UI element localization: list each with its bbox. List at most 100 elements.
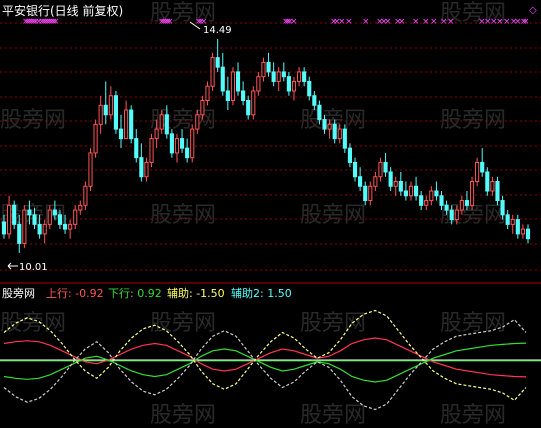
stock-chart-window: 股旁网 股旁网 股旁网 股旁网 股旁网 股旁网 股旁网 股旁网 股旁网 股旁网 股旁网 股旁网 股旁网股… [0,0,541,428]
candle [490,176,495,196]
candle [246,95,251,120]
candle [73,205,78,230]
candle [149,133,154,168]
candle [12,200,17,230]
diamond-icon[interactable]: ◇ [529,5,537,16]
candle-body [398,180,403,192]
candle [363,181,368,206]
down-line-label: 下行: 0.92 [108,287,162,300]
candle-body [149,138,154,163]
candle [383,152,388,177]
watermark-text: 股旁网 [150,403,216,428]
candle-body [220,66,225,92]
candle [408,181,414,201]
candle-body [118,128,124,140]
candle [469,176,475,211]
candle-body [52,209,57,216]
candle-body [215,57,220,68]
candle-body [480,161,485,173]
candle [169,129,174,158]
candle-body [1,221,7,235]
candle-body [134,138,139,159]
candle-body [342,128,347,149]
candle [296,67,302,87]
candle-body [159,114,164,130]
candle-body [129,109,134,140]
candle-body [495,180,500,202]
signal-x-mark: × [447,17,455,27]
candle-body [403,190,408,197]
watermark-text: 股旁网 [0,108,66,133]
signal-x-mark: × [522,17,530,27]
price-grid [0,22,541,271]
chart-title: 平安银行(日线 前复权) [2,3,123,18]
candle-body [83,185,88,206]
signal-x-mark: × [345,17,353,27]
candle-body [419,195,424,206]
candle-body [179,138,185,149]
candle-body [291,80,297,92]
candle-body [73,209,78,225]
candle-body [363,185,368,202]
candle-body [17,223,22,244]
candle [220,52,225,96]
candle-body [7,204,12,235]
candle [108,86,113,120]
candle [205,81,210,106]
candle [266,52,271,77]
candle-body [174,138,180,154]
candle [368,181,373,206]
candle-body [414,185,419,197]
candle [174,133,180,163]
signal-x-mark: × [430,17,438,27]
candle-body [505,214,510,225]
candle-body [190,128,195,159]
candle [424,195,429,211]
candle [520,224,525,239]
candle-body [347,147,353,163]
candle [271,62,276,87]
candle-body [113,95,118,130]
candle-body [22,209,27,244]
up-line-label: 上行: -0.92 [46,287,104,300]
candle [230,67,236,106]
candle [22,205,27,249]
signal-x-mark: × [166,17,174,27]
candle-body [312,95,317,106]
candle-body [490,180,495,192]
candle [225,76,230,111]
candle-body [444,204,449,211]
candle-body [459,200,464,211]
candle-body [32,214,37,225]
candle-body [12,204,17,225]
candle [98,95,103,134]
signal-x-mark: × [362,17,370,27]
candle-body [373,176,378,187]
candle-body [57,214,63,225]
candle-body [286,76,291,92]
candle-body [327,123,332,130]
candle [118,114,124,149]
candle-body [103,104,108,116]
candle [103,81,108,125]
candle-body [200,100,205,116]
watermark-text: 股旁网 [300,403,366,428]
candle [419,191,424,211]
chart-canvas: 股旁网 股旁网股旁网 股旁网 股旁网 股旁网股旁网 股旁网 股旁网股旁网 股旁网 股旁网 股旁网股… [0,1,541,428]
candle-body [62,223,68,230]
candle-body [307,80,312,97]
candle-body [88,152,93,187]
candle [480,148,485,177]
candle [510,214,515,234]
signal-x-mark: × [290,17,298,27]
candle-body [164,114,169,135]
candle [434,181,439,201]
candle-body [251,90,256,116]
candle [281,62,286,82]
candle-body [241,90,246,102]
candle [286,71,291,96]
candle-body [510,219,515,225]
candle-body [475,161,480,182]
candle [215,39,220,72]
watermark-text: 股旁网 [300,203,366,228]
